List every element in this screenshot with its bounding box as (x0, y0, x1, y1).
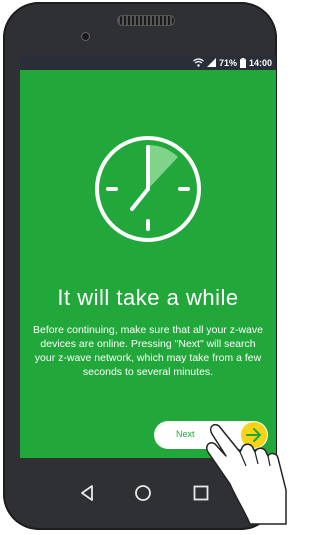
app-screen: 71% 14:00 It will take a while Before co… (20, 55, 276, 458)
status-bar: 71% 14:00 (20, 55, 276, 70)
pointing-hand-icon (200, 412, 290, 527)
clock-icon (92, 133, 204, 245)
status-icons: 71% 14:00 (193, 56, 272, 69)
status-time: 14:00 (248, 57, 272, 68)
page-title: It will take a while (57, 285, 239, 310)
speaker-grille (117, 15, 175, 26)
battery-icon (239, 57, 246, 68)
back-icon[interactable] (74, 480, 100, 506)
wifi-icon (193, 58, 204, 67)
battery-percent: 71% (218, 57, 237, 68)
signal-icon (206, 58, 216, 67)
front-camera (81, 32, 90, 41)
page-description: Before continuing, make sure that all yo… (33, 324, 263, 378)
home-icon[interactable] (130, 480, 156, 506)
next-button-label: Next (176, 429, 195, 439)
